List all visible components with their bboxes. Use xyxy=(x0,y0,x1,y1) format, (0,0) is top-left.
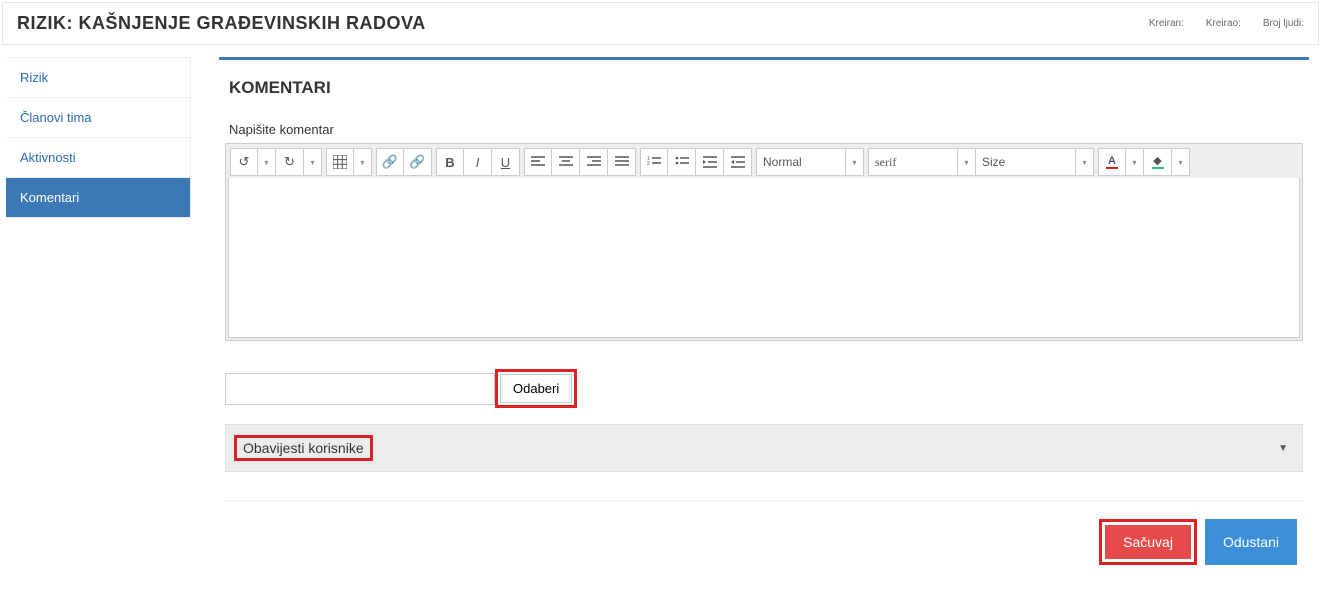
bold-icon: B xyxy=(445,155,454,170)
redo-button[interactable]: ↻ xyxy=(276,148,304,176)
rich-text-editor: ↺ ▾ ↻ ▾ ▾ 🔗 xyxy=(225,143,1303,341)
unlink-icon: 🔗 xyxy=(409,154,425,170)
caret-icon: ▾ xyxy=(1178,158,1182,167)
page-header: RIZIK: KAŠNJENJE GRAĐEVINSKIH RADOVA Kre… xyxy=(2,2,1319,45)
table-icon xyxy=(333,155,347,169)
outdent-icon xyxy=(703,156,717,168)
indent-icon xyxy=(731,156,745,168)
file-upload-row: Odaberi xyxy=(225,371,1303,406)
caret-icon: ▾ xyxy=(964,158,968,167)
comment-field-label: Napišite komentar xyxy=(225,122,1303,137)
underline-button[interactable]: U xyxy=(492,148,520,176)
caret-icon: ▾ xyxy=(1082,158,1086,167)
redo-dropdown[interactable]: ▾ xyxy=(304,148,322,176)
italic-button[interactable]: I xyxy=(464,148,492,176)
font-value: serif xyxy=(875,155,896,170)
unordered-list-icon xyxy=(675,156,689,168)
redo-icon: ↻ xyxy=(284,154,295,170)
size-value: Size xyxy=(982,155,1005,169)
meta-creator-label: Kreirao: xyxy=(1206,18,1241,29)
file-choose-button[interactable]: Odaberi xyxy=(500,374,572,403)
sidebar-item-label: Članovi tima xyxy=(20,110,92,125)
outdent-button[interactable] xyxy=(696,148,724,176)
size-select[interactable]: Size xyxy=(976,148,1076,176)
table-button[interactable] xyxy=(326,148,354,176)
notify-users-label: Obavijesti korisnike xyxy=(243,440,364,456)
align-left-button[interactable] xyxy=(524,148,552,176)
rte-toolbar: ↺ ▾ ↻ ▾ ▾ 🔗 xyxy=(228,146,1300,178)
link-icon: 🔗 xyxy=(382,154,398,170)
sidebar-item-label: Aktivnosti xyxy=(20,150,76,165)
align-justify-icon xyxy=(615,156,629,168)
unordered-list-button[interactable] xyxy=(668,148,696,176)
align-right-button[interactable] xyxy=(580,148,608,176)
caret-icon: ▾ xyxy=(264,158,268,167)
align-right-icon xyxy=(587,156,601,168)
ordered-list-button[interactable]: 12 xyxy=(640,148,668,176)
undo-button[interactable]: ↺ xyxy=(230,148,258,176)
link-button[interactable]: 🔗 xyxy=(376,148,404,176)
sidebar-item-komentari[interactable]: Komentari xyxy=(6,178,190,217)
align-center-button[interactable] xyxy=(552,148,580,176)
sidebar-item-label: Rizik xyxy=(20,70,48,85)
cancel-button[interactable]: Odustani xyxy=(1205,519,1297,565)
sidebar: Rizik Članovi tima Aktivnosti Komentari xyxy=(6,57,191,218)
meta-created-label: Kreiran: xyxy=(1149,18,1184,29)
align-left-icon xyxy=(531,156,545,168)
text-color-button[interactable]: A xyxy=(1098,148,1126,176)
text-color-dropdown[interactable]: ▾ xyxy=(1126,148,1144,176)
bold-button[interactable]: B xyxy=(436,148,464,176)
sidebar-item-aktivnosti[interactable]: Aktivnosti xyxy=(6,138,190,178)
bucket-icon: ◆ xyxy=(1152,156,1164,169)
caret-icon: ▾ xyxy=(310,158,314,167)
bg-color-button[interactable]: ◆ xyxy=(1144,148,1172,176)
notify-users-accordion[interactable]: Obavijesti korisnike ▼ xyxy=(225,424,1303,472)
header-meta: Kreiran: Kreirao: Broj ljudi: xyxy=(1149,18,1304,29)
file-pick-highlight: Odaberi xyxy=(497,371,575,406)
cancel-label: Odustani xyxy=(1223,534,1279,550)
file-choose-label: Odaberi xyxy=(513,381,559,396)
undo-icon: ↺ xyxy=(239,154,250,170)
underline-icon: U xyxy=(501,155,510,170)
save-label: Sačuvaj xyxy=(1123,534,1173,550)
sidebar-item-rizik[interactable]: Rizik xyxy=(6,58,190,98)
page-title: RIZIK: KAŠNJENJE GRAĐEVINSKIH RADOVA xyxy=(17,13,426,34)
unlink-button[interactable]: 🔗 xyxy=(404,148,432,176)
ordered-list-icon: 12 xyxy=(647,156,661,168)
sidebar-item-clanovi-tima[interactable]: Članovi tima xyxy=(6,98,190,138)
caret-icon: ▾ xyxy=(852,158,856,167)
meta-people-label: Broj ljudi: xyxy=(1263,18,1304,29)
format-select[interactable]: Normal xyxy=(756,148,846,176)
section-title: KOMENTARI xyxy=(225,78,1303,98)
align-center-icon xyxy=(559,156,573,168)
font-dropdown[interactable]: ▾ xyxy=(958,148,976,176)
bg-color-dropdown[interactable]: ▾ xyxy=(1172,148,1190,176)
align-justify-button[interactable] xyxy=(608,148,636,176)
main-panel: KOMENTARI Napišite komentar ↺ ▾ ↻ ▾ xyxy=(219,57,1309,571)
table-dropdown[interactable]: ▾ xyxy=(354,148,372,176)
save-button[interactable]: Sačuvaj xyxy=(1105,525,1191,559)
caret-icon: ▾ xyxy=(1132,158,1136,167)
save-highlight: Sačuvaj xyxy=(1099,519,1197,565)
undo-dropdown[interactable]: ▾ xyxy=(258,148,276,176)
caret-icon: ▾ xyxy=(360,158,364,167)
format-dropdown[interactable]: ▾ xyxy=(846,148,864,176)
notify-users-highlight: Obavijesti korisnike xyxy=(234,435,373,461)
font-select[interactable]: serif xyxy=(868,148,958,176)
chevron-down-icon: ▼ xyxy=(1278,443,1288,454)
form-footer: Sačuvaj Odustani xyxy=(225,500,1303,565)
comment-textarea[interactable] xyxy=(228,178,1300,338)
indent-button[interactable] xyxy=(724,148,752,176)
sidebar-item-label: Komentari xyxy=(20,190,79,205)
size-dropdown[interactable]: ▾ xyxy=(1076,148,1094,176)
file-path-input[interactable] xyxy=(225,373,495,405)
text-color-icon: A xyxy=(1106,156,1118,169)
italic-icon: I xyxy=(476,155,480,170)
svg-text:2: 2 xyxy=(647,161,650,167)
format-value: Normal xyxy=(763,155,802,169)
